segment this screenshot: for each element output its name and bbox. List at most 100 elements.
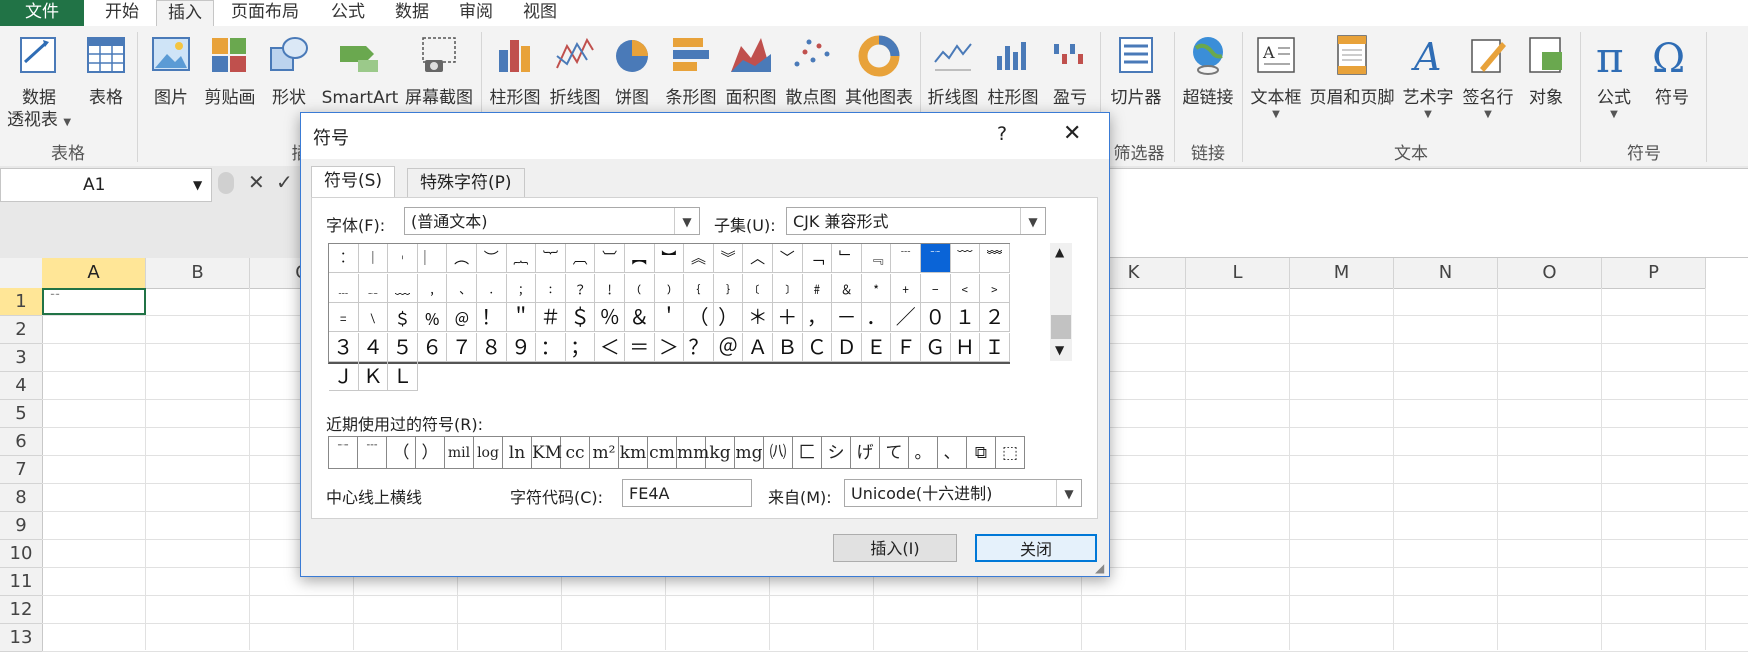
font-select[interactable]: (普通文本) ▼ xyxy=(404,207,700,235)
symbol-cell[interactable]: ６ xyxy=(417,332,448,362)
column-header-m[interactable]: M xyxy=(1290,258,1394,289)
symbol-cell[interactable]: ＊ xyxy=(743,303,773,332)
symbol-cell[interactable]: Ｂ xyxy=(773,332,803,362)
symbol-cell[interactable]: Ｆ xyxy=(891,332,921,362)
symbol-cell[interactable]: ﹕ xyxy=(536,273,566,303)
symbol-cell[interactable]: ﹗ xyxy=(595,273,625,303)
recent-symbol-cell[interactable]: シ xyxy=(822,437,851,469)
equation-button[interactable]: π 公式 ▼ xyxy=(1586,32,1642,120)
row-header-2[interactable]: 2 xyxy=(0,316,43,344)
symbol-cell[interactable]: ﹃ xyxy=(861,244,892,273)
row-header-4[interactable]: 4 xyxy=(0,372,43,400)
symbol-cell[interactable]: ︲ xyxy=(388,244,418,273)
column-header-l[interactable]: L xyxy=(1186,258,1290,289)
line-chart-button[interactable]: 折线图 xyxy=(546,32,604,109)
recent-symbol-cell[interactable]: kg xyxy=(706,437,735,469)
row-header-1[interactable]: 1 xyxy=(0,288,43,316)
symbol-cell[interactable]: ﹋ xyxy=(950,244,981,273)
symbol-cell[interactable]: ４ xyxy=(358,332,389,362)
close-button[interactable]: 关闭 xyxy=(975,534,1097,562)
active-cell-a1[interactable]: ﹊ xyxy=(42,288,146,315)
symbol-cell[interactable]: ﹜ xyxy=(713,273,744,303)
symbol-cell[interactable]: ︾ xyxy=(713,244,744,273)
recent-symbol-cell[interactable]: ln xyxy=(503,437,532,469)
symbol-cell[interactable]: ﹂ xyxy=(832,244,862,273)
enter-icon[interactable]: ✓ xyxy=(276,170,293,194)
chevron-down-icon[interactable]: ▼ xyxy=(674,208,699,234)
symbol-cell[interactable]: ﹐ xyxy=(417,273,448,303)
recent-symbol-cell[interactable]: て xyxy=(880,437,909,469)
recent-symbol-cell[interactable]: ⧉ xyxy=(967,437,996,469)
textbox-button[interactable]: A 文本框 ▼ xyxy=(1246,32,1306,120)
symbol-cell[interactable]: ﹀ xyxy=(773,244,803,273)
splitter-handle[interactable] xyxy=(218,172,234,194)
tab-page-layout[interactable]: 页面布局 xyxy=(222,0,308,26)
symbol-cell[interactable]: ︹ xyxy=(565,244,596,273)
header-footer-button[interactable]: 页眉和页脚 xyxy=(1306,32,1398,109)
symbol-cell[interactable]: Ｉ xyxy=(980,332,1010,362)
symbol-cell[interactable]: ﹫ xyxy=(447,303,477,332)
area-chart-button[interactable]: 面积图 xyxy=(722,32,780,109)
symbol-cell[interactable]: ＝ xyxy=(625,332,655,362)
symbol-cell[interactable]: ﹔ xyxy=(506,273,537,303)
row-header-12[interactable]: 12 xyxy=(0,596,43,624)
recent-symbol-cell[interactable]: KM xyxy=(532,437,562,469)
symbol-cell[interactable]: ＋ xyxy=(773,303,803,332)
screenshot-button[interactable]: 屏幕截图 xyxy=(402,32,476,109)
scrollbar-thumb[interactable] xyxy=(1051,315,1071,339)
chevron-down-icon[interactable]: ▼ xyxy=(193,169,202,201)
sparkline-line-button[interactable]: 折线图 xyxy=(924,32,982,109)
recent-symbol-cell[interactable]: ⬚ xyxy=(996,437,1025,469)
recent-symbol-cell[interactable]: ） xyxy=(416,437,445,469)
column-header-n[interactable]: N xyxy=(1394,258,1498,289)
symbol-cell[interactable]: ＂ xyxy=(506,303,537,332)
symbol-cell[interactable]: ／ xyxy=(891,303,921,332)
other-charts-button[interactable]: 其他图表 xyxy=(842,32,916,109)
tab-insert[interactable]: 插入 xyxy=(156,0,214,27)
row-header-8[interactable]: 8 xyxy=(0,484,43,512)
object-button[interactable]: 对象 xyxy=(1520,32,1572,109)
symbol-cell[interactable]: Ｈ xyxy=(950,332,981,362)
column-header-p[interactable]: P xyxy=(1602,258,1706,289)
symbol-cell[interactable]: ︱ xyxy=(358,244,389,273)
symbol-cell[interactable]: ﹎ xyxy=(358,273,389,303)
symbol-cell[interactable]: ﹊ xyxy=(921,244,951,273)
tab-view[interactable]: 视图 xyxy=(512,0,568,26)
recent-symbol-cell[interactable]: 、 xyxy=(938,437,967,469)
column-chart-button[interactable]: 柱形图 xyxy=(486,32,544,109)
symbol-cell[interactable]: ２ xyxy=(980,303,1010,332)
recent-symbol-cell[interactable]: げ xyxy=(851,437,880,469)
row-header-10[interactable]: 10 xyxy=(0,540,43,568)
symbol-cell[interactable]: ＄ xyxy=(565,303,596,332)
row-header-13[interactable]: 13 xyxy=(0,624,43,652)
symbol-cell[interactable]: ﹤ xyxy=(950,273,981,303)
symbol-cell[interactable]: ︻ xyxy=(625,244,655,273)
row-header-5[interactable]: 5 xyxy=(0,400,43,428)
symbol-cell[interactable]: Ｋ xyxy=(358,362,389,391)
symbol-grid-scrollbar[interactable]: ▲ ▼ xyxy=(1050,243,1072,361)
symbol-cell[interactable]: ﹉ xyxy=(891,244,921,273)
cancel-icon[interactable]: ✕ xyxy=(248,170,265,194)
from-select[interactable]: Unicode(十六进制) ▼ xyxy=(844,479,1082,507)
scroll-up-icon[interactable]: ▲ xyxy=(1055,245,1064,259)
name-box[interactable]: A1 ▼ xyxy=(0,168,212,202)
symbol-cell[interactable]: （ xyxy=(684,303,714,332)
symbol-cell[interactable]: ︼ xyxy=(654,244,685,273)
slicer-button[interactable]: 切片器 xyxy=(1106,32,1166,109)
symbol-cell[interactable]: ︰ xyxy=(329,244,359,273)
symbol-cell[interactable]: ＞ xyxy=(654,332,685,362)
symbol-cell[interactable]: ﹖ xyxy=(565,273,596,303)
symbol-cell[interactable]: ﹏ xyxy=(388,273,418,303)
wordart-button[interactable]: A 艺术字 ▼ xyxy=(1398,32,1458,120)
recent-symbol-cell[interactable]: ﹉ xyxy=(358,437,387,469)
dialog-title-bar[interactable]: 符号 ? ✕ xyxy=(301,113,1109,159)
symbol-cell[interactable]: ﹁ xyxy=(802,244,833,273)
pivot-table-button[interactable]: 数据 透视表 ▼ xyxy=(4,32,74,134)
column-header-b[interactable]: B xyxy=(146,258,250,289)
symbol-cell[interactable]: ﹦ xyxy=(329,303,359,332)
symbol-cell[interactable]: Ｅ xyxy=(861,332,892,362)
row-header-7[interactable]: 7 xyxy=(0,456,43,484)
recent-symbol-cell[interactable]: mg xyxy=(735,437,764,469)
symbol-cell[interactable]: ） xyxy=(713,303,744,332)
symbol-cell[interactable]: ﹙ xyxy=(625,273,655,303)
